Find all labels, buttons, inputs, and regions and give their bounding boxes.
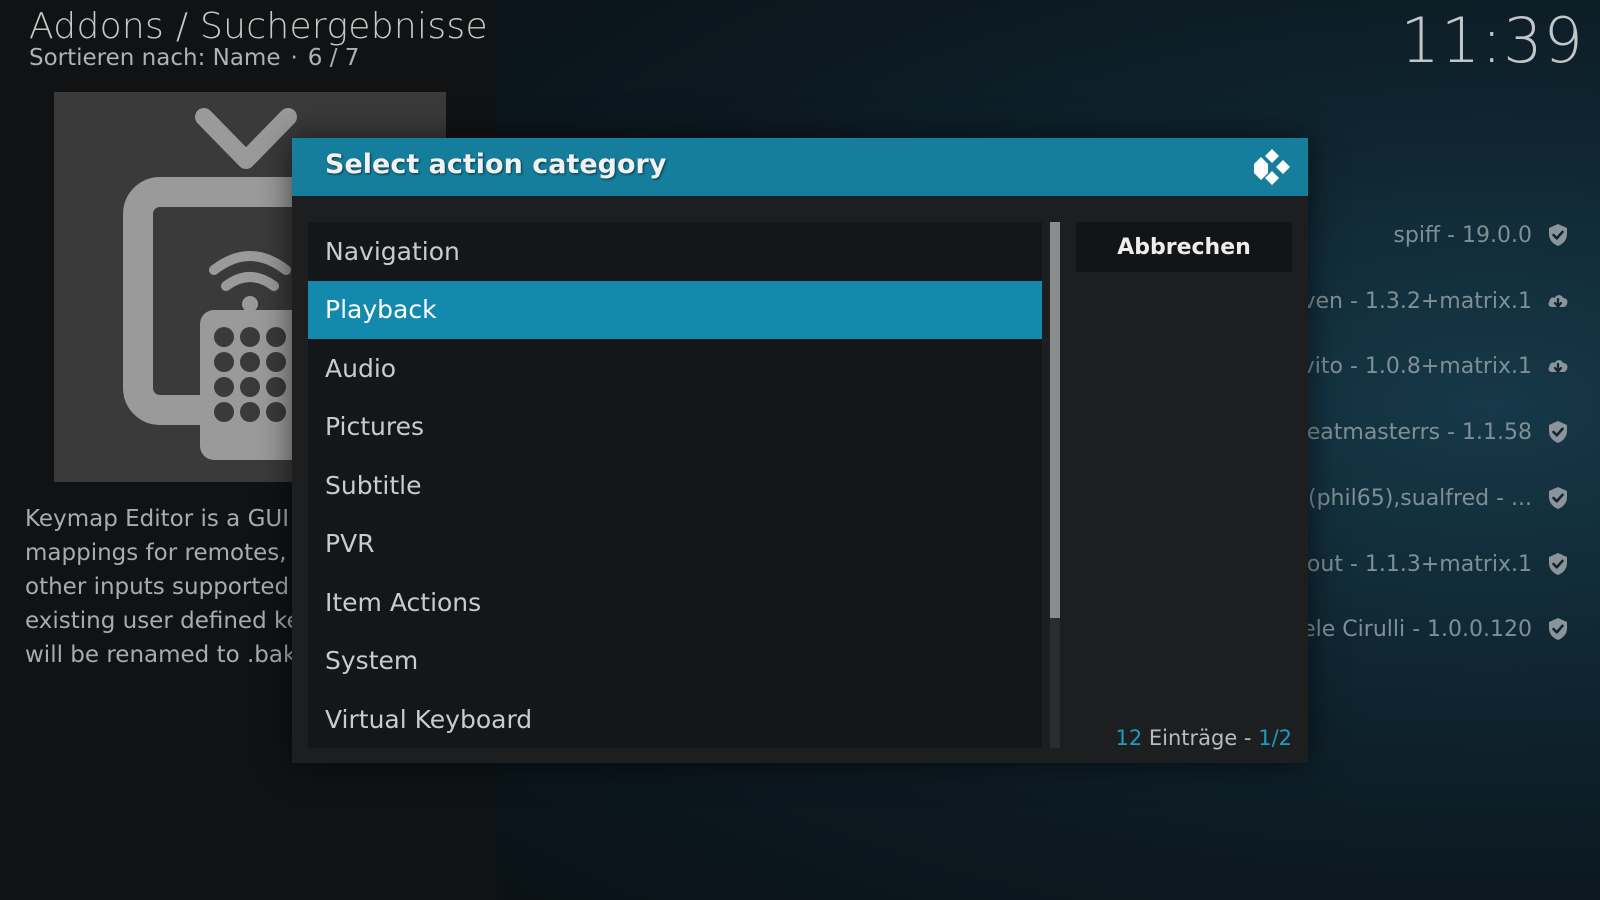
category-item-virtual-keyboard[interactable]: Virtual Keyboard: [308, 690, 1042, 748]
description-line: Keymap Editor is a GUI: [25, 506, 290, 532]
list-item[interactable]: lvito - 1.0.8+matrix.1: [1296, 346, 1570, 386]
category-item-pictures[interactable]: Pictures: [308, 398, 1042, 457]
dialog-header: Select action category: [292, 138, 1308, 196]
list-item-label: (phil65),sualfred - ...: [1308, 485, 1532, 511]
shield-check-icon: [1549, 553, 1567, 575]
list-item[interactable]: cout - 1.1.3+matrix.1: [1295, 544, 1570, 584]
addon-description: Keymap Editor is a GUI mappings for remo…: [25, 502, 295, 672]
list-item-label: cout - 1.1.3+matrix.1: [1294, 551, 1532, 577]
description-line: other inputs supported: [25, 574, 290, 600]
page-title: Addons / Suchergebnisse: [29, 6, 488, 47]
item-count-number: 12: [1115, 726, 1143, 750]
description-line: will be renamed to .bak: [25, 642, 295, 668]
category-item-playback[interactable]: Playback: [308, 280, 1042, 339]
cloud-download-icon: [1548, 360, 1568, 373]
shield-check-icon: [1549, 224, 1567, 246]
separator: ·: [290, 45, 298, 71]
category-item-item-actions[interactable]: Item Actions: [308, 573, 1042, 632]
item-count: 12 Einträge - 1/2: [1115, 726, 1292, 750]
list-item[interactable]: eatmasterrs - 1.1.58: [1307, 412, 1570, 452]
list-item[interactable]: (phil65),sualfred - ...: [1308, 478, 1570, 518]
description-line: mappings for remotes,: [25, 540, 287, 566]
list-item-label: lvito - 1.0.8+matrix.1: [1295, 353, 1532, 379]
category-item-audio[interactable]: Audio: [308, 339, 1042, 398]
category-item-system[interactable]: System: [308, 632, 1042, 691]
item-position: 6 / 7: [307, 45, 360, 71]
sort-label[interactable]: Sortieren nach: Name: [29, 45, 280, 71]
kodi-logo-icon: [1254, 149, 1290, 185]
dialog-title: Select action category: [325, 149, 667, 180]
list-item[interactable]: iele Cirulli - 1.0.0.120: [1296, 609, 1570, 649]
clock: 11:39: [1400, 4, 1584, 77]
cancel-button[interactable]: Abbrechen: [1076, 222, 1292, 272]
shield-check-icon: [1549, 421, 1567, 443]
cloud-download-icon: [1548, 295, 1568, 308]
category-list: Navigation Playback Audio Pictures Subti…: [308, 222, 1042, 748]
shield-check-icon: [1549, 618, 1567, 640]
item-count-label: Einträge -: [1142, 726, 1259, 750]
list-item-label: aven - 1.3.2+matrix.1: [1288, 288, 1532, 314]
description-line: existing user defined ke: [25, 608, 295, 634]
shield-check-icon: [1549, 487, 1567, 509]
sort-info: Sortieren nach: Name · 6 / 7: [29, 45, 359, 71]
select-action-category-dialog: Select action category Navigation Playba…: [292, 138, 1308, 763]
list-item-label: spiff - 19.0.0: [1393, 222, 1532, 248]
scrollbar-thumb[interactable]: [1050, 222, 1060, 618]
category-item-subtitle[interactable]: Subtitle: [308, 456, 1042, 515]
list-item-label: eatmasterrs - 1.1.58: [1306, 419, 1532, 445]
category-item-pvr[interactable]: PVR: [308, 515, 1042, 574]
list-item-label: iele Cirulli - 1.0.0.120: [1296, 616, 1532, 642]
page-indicator: 1/2: [1258, 726, 1292, 750]
list-item[interactable]: aven - 1.3.2+matrix.1: [1289, 281, 1570, 321]
category-item-navigation[interactable]: Navigation: [308, 222, 1042, 281]
scrollbar[interactable]: [1050, 222, 1060, 748]
list-item[interactable]: spiff - 19.0.0: [1393, 215, 1570, 255]
